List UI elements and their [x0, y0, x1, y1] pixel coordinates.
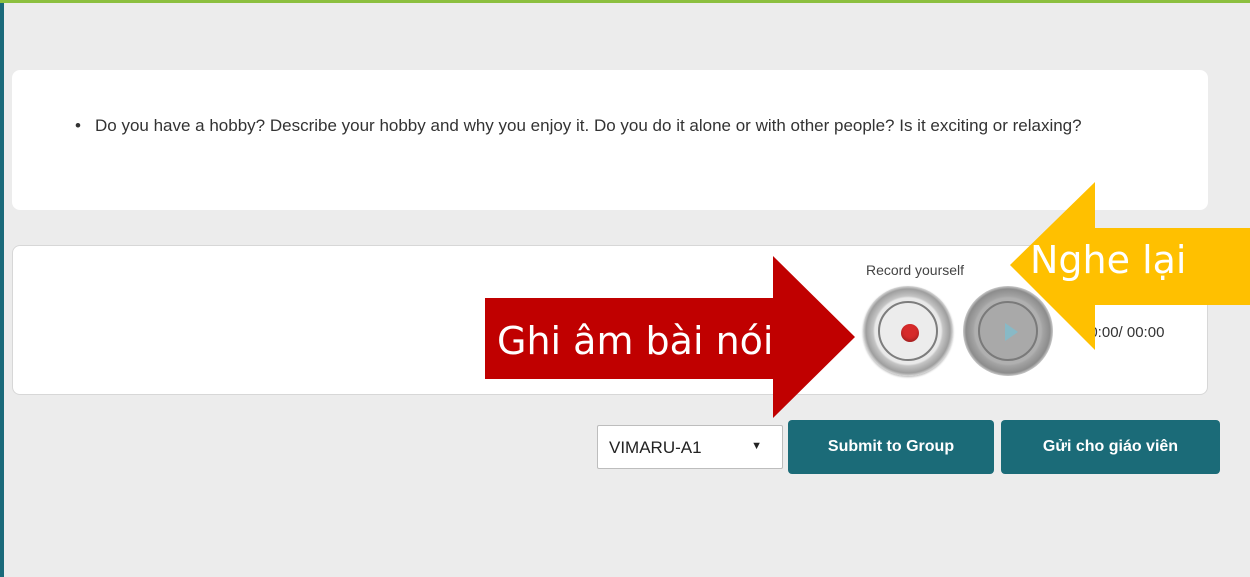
record-arrow-label: Ghi âm bài nói — [497, 319, 774, 363]
annotation-arrows — [485, 182, 1250, 418]
listen-arrow-label: Nghe lại — [1030, 238, 1187, 282]
